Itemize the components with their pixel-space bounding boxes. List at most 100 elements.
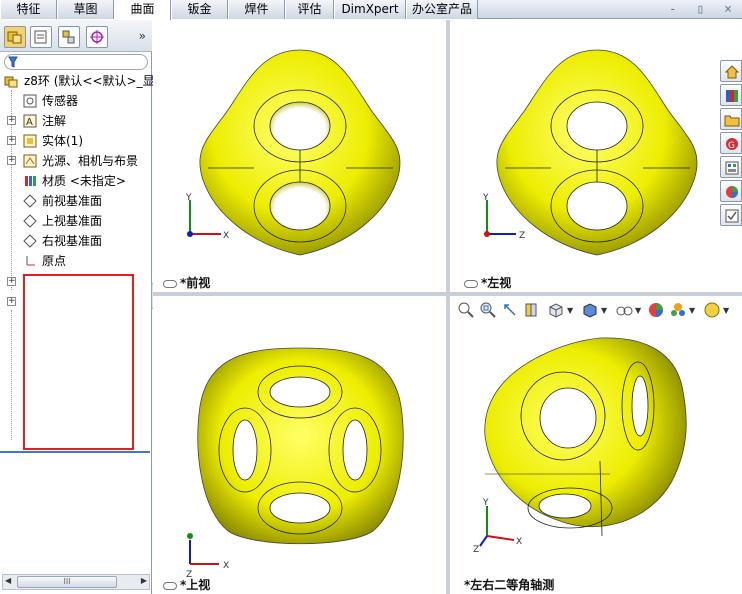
edit-appearance-icon[interactable] xyxy=(647,301,665,319)
property-manager-tab[interactable] xyxy=(30,26,52,48)
part-name-label: z8环 (默认<<默认>_显 xyxy=(24,74,155,88)
viewport-top[interactable]: X Z *上视 xyxy=(153,296,446,594)
scroll-left-icon[interactable]: ◀ xyxy=(5,576,11,585)
viewport-divider-vertical[interactable] xyxy=(446,20,450,594)
plane-icon xyxy=(23,194,37,208)
dropdown-arrow-icon[interactable]: ▼ xyxy=(635,306,641,315)
property-icon xyxy=(34,30,47,44)
task-pane-design-library[interactable] xyxy=(720,84,742,106)
tab-sheet-metal[interactable]: 钣金 xyxy=(171,0,228,19)
task-pane-home[interactable] xyxy=(720,60,742,82)
viewport-label: *左视 xyxy=(464,274,511,291)
task-pane-view-palette[interactable]: G xyxy=(720,132,742,154)
tab-sketch[interactable]: 草图 xyxy=(57,0,114,19)
tree-item-label: 传感器 xyxy=(42,94,79,108)
link-views-icon[interactable] xyxy=(163,279,177,288)
hide-show-icon[interactable] xyxy=(615,301,633,319)
dimxpert-manager-tab[interactable] xyxy=(86,26,108,48)
tab-weldments[interactable]: 焊件 xyxy=(228,0,285,19)
viewport-divider-horizontal[interactable] xyxy=(153,292,742,296)
command-manager-tabs: 特征 草图 曲面 钣金 焊件 评估 DimXpert 办公室产品 - ▯ × xyxy=(0,0,742,20)
appearances-icon xyxy=(725,161,739,175)
axis-y-label: Y xyxy=(185,193,192,203)
panel-separator xyxy=(0,451,150,453)
horizontal-scrollbar[interactable]: ◀ III ▶ xyxy=(2,574,150,590)
task-pane-appearances[interactable] xyxy=(720,156,742,178)
origin-icon xyxy=(26,256,35,266)
lights-icon xyxy=(23,154,37,168)
viewport-left[interactable]: Y Z *左视 xyxy=(450,20,742,292)
dropdown-arrow-icon[interactable]: ▼ xyxy=(723,306,729,315)
axis-y-label: Y xyxy=(482,498,489,508)
axis-x-label: X xyxy=(223,231,229,241)
section-view-icon[interactable] xyxy=(523,301,541,319)
feature-manager-panel: » z8环 (默认<<默认>_显 传感器 + A 注解 + 实体(1) + 光源… xyxy=(0,20,155,594)
file-explorer-icon xyxy=(724,115,740,127)
tab-surfaces[interactable]: 曲面 xyxy=(114,0,171,20)
tab-dimxpert[interactable]: DimXpert xyxy=(334,0,406,19)
zoom-to-fit-icon[interactable] xyxy=(457,301,475,319)
svg-text:G: G xyxy=(728,141,735,151)
previous-view-icon[interactable] xyxy=(501,301,519,319)
task-pane-tasks[interactable] xyxy=(720,204,742,226)
feature-manager-tab[interactable] xyxy=(4,26,26,48)
view-settings-icon[interactable] xyxy=(703,301,721,319)
custom-properties-icon xyxy=(726,186,738,198)
more-tabs-icon[interactable]: » xyxy=(139,29,146,43)
tree-item-label: 材质 <未指定> xyxy=(42,174,126,188)
scroll-right-icon[interactable]: ▶ xyxy=(141,576,147,585)
panel-tabs: » xyxy=(0,20,152,52)
configuration-manager-tab[interactable] xyxy=(58,26,80,48)
expand-icon[interactable]: + xyxy=(7,277,16,286)
zoom-area-icon[interactable] xyxy=(479,301,497,319)
link-views-icon[interactable] xyxy=(163,581,177,590)
viewport-label: *左右二等角轴测 xyxy=(464,578,555,592)
expand-icon[interactable]: + xyxy=(7,156,16,165)
tab-office-products[interactable]: 办公室产品 xyxy=(406,0,478,19)
dropdown-arrow-icon[interactable]: ▼ xyxy=(689,306,695,315)
scene-icon[interactable] xyxy=(669,301,687,319)
part-model-front: Y X xyxy=(185,49,401,256)
filter-icon xyxy=(8,56,18,68)
plane-icon xyxy=(23,214,37,228)
sensor-icon xyxy=(23,94,37,108)
tab-evaluate[interactable]: 评估 xyxy=(285,0,334,19)
home-icon xyxy=(724,65,740,79)
tree-item-label: 前视基准面 xyxy=(42,194,103,208)
axis-x-label: X xyxy=(223,561,229,571)
tab-features[interactable]: 特征 xyxy=(0,0,57,19)
tree-item-label: 注解 xyxy=(42,114,67,128)
task-pane-custom-properties[interactable] xyxy=(720,180,742,202)
viewport-label: *前视 xyxy=(163,274,210,291)
tree-item-label: 右视基准面 xyxy=(42,234,103,248)
axis-y-label: Y xyxy=(482,193,489,203)
viewport-isometric[interactable]: Y X Z *左右二等角轴测 xyxy=(450,296,742,594)
material-icon xyxy=(25,176,36,186)
viewport-label: *上视 xyxy=(163,576,210,593)
expand-icon[interactable]: + xyxy=(7,136,16,145)
tree-item-label: 上视基准面 xyxy=(42,214,103,228)
scroll-thumb[interactable]: III xyxy=(17,576,117,588)
task-pane-file-explorer[interactable] xyxy=(720,108,742,130)
annotation-icon: A xyxy=(23,114,37,128)
crosshair-icon xyxy=(90,30,104,44)
link-views-icon[interactable] xyxy=(464,279,478,288)
expand-icon[interactable]: + xyxy=(7,297,16,306)
part-model-isometric: Y X Z xyxy=(473,337,687,555)
part-model-top: X Z xyxy=(186,347,404,580)
view-orientation-icon[interactable] xyxy=(547,301,565,319)
feature-tree-icon xyxy=(7,31,22,44)
axis-x-label: X xyxy=(516,537,522,547)
tree-filter-field[interactable] xyxy=(4,54,148,70)
axis-z-label: Z xyxy=(519,231,525,241)
solid-body-icon xyxy=(23,134,37,148)
display-style-icon[interactable] xyxy=(581,301,599,319)
highlight-box xyxy=(23,274,134,450)
design-library-icon xyxy=(726,90,738,102)
expand-icon[interactable]: + xyxy=(7,116,16,125)
dropdown-arrow-icon[interactable]: ▼ xyxy=(567,306,573,315)
dropdown-arrow-icon[interactable]: ▼ xyxy=(601,306,607,315)
window-controls[interactable]: - ▯ × xyxy=(669,2,738,17)
viewport-front[interactable]: Y X *前视 xyxy=(153,20,446,292)
tree-item-label: 光源、相机与布景 xyxy=(42,154,139,168)
